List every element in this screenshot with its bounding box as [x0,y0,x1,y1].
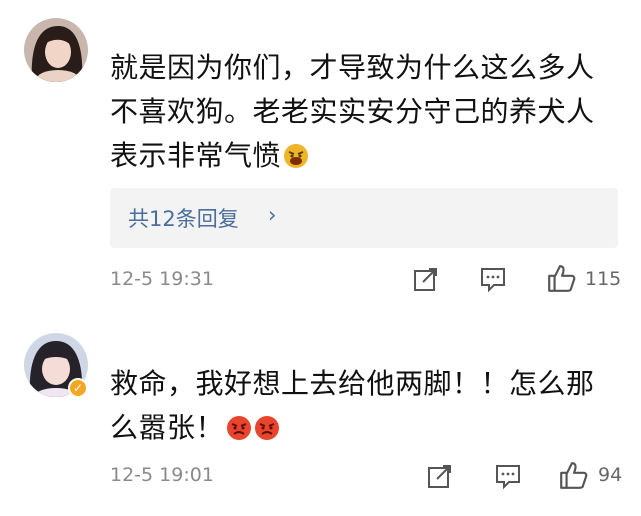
timestamp: 12-5 19:31 [110,268,214,290]
angry-face-icon [255,416,280,440]
comment-text-line: 表示非常气愤 [110,134,620,178]
comment-text-line-content: 么嚣张！ [110,411,225,444]
comment-text-line: 么嚣张！ [110,406,620,450]
like-count: 115 [585,268,622,290]
comment-text-line: 救命，我好想上去给他两脚！！怎么那 [110,367,595,400]
comment-icon[interactable] [494,462,522,490]
share-icon[interactable] [426,462,454,490]
thumbs-up-icon[interactable] [558,460,588,490]
comment-text: 救命，我好想上去给他两脚！！怎么那 么嚣张！ [110,362,620,450]
comment-text-line: 不喜欢狗。老老实实安分守己的养犬人 [110,95,595,128]
comment-text: 就是因为你们，才导致为什么这么多人 不喜欢狗。老老实实安分守己的养犬人 表示非常… [110,46,620,178]
share-icon[interactable] [412,265,440,293]
replies-box[interactable]: 共12条回复 › [110,188,618,248]
thumbs-up-icon[interactable] [546,263,576,293]
like-count: 94 [598,464,623,486]
chevron-right-icon: › [268,203,277,227]
avatar[interactable] [24,18,88,82]
verified-badge: ✓ [68,378,88,398]
timestamp: 12-5 19:01 [110,464,214,486]
comment-icon[interactable] [479,265,507,293]
comment-text-line: 就是因为你们，才导致为什么这么多人 [110,51,595,84]
angry-face-icon [227,416,252,440]
comment-text-line-content: 表示非常气愤 [110,139,282,172]
angry-face-icon [284,144,309,168]
view-replies-link[interactable]: 共12条回复 [128,203,239,233]
